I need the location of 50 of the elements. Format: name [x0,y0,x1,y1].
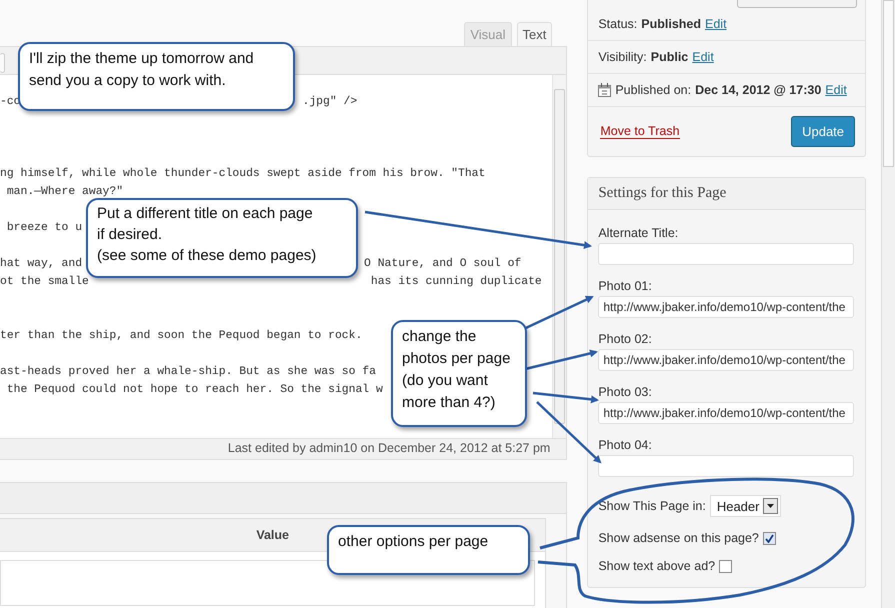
field-label: Show text above ad? [598,559,716,573]
text-field[interactable]: http://www.jbaker.info/demo10/wp-content/the [598,349,854,371]
field-label: Photo 03: [598,385,653,399]
callout-note: I'll zip the theme up tomorrow and send you a copy to work with. [18,42,295,111]
field-label: Photo 04: [598,438,653,452]
field-label: Visibility: [598,50,647,64]
field-label: Published on: [615,83,692,97]
update-button[interactable]: Update [791,116,856,147]
code-text: the Pequod could not hope to reach her. So the signal w [6,382,383,398]
callout-note: other options per page [327,525,530,575]
calendar-icon [598,83,612,97]
toolbar-button[interactable] [0,53,5,73]
text-field[interactable]: http://www.jbaker.info/demo10/wp-content/the [598,296,854,318]
code-text: ast-heads proved her a whale-ship. But as she was so fa [0,364,376,380]
edit-link[interactable]: Edit [692,50,714,64]
trash-link[interactable]: Move to Trash [600,124,680,139]
code-text: breeze to u [6,220,82,236]
text-field[interactable] [598,243,854,265]
checkbox[interactable] [719,560,732,572]
checkbox[interactable] [762,532,776,544]
column-header: Value [256,528,289,542]
field-value: Public [650,50,688,64]
code-text: .jpg" /> [302,94,358,110]
field-label: Alternate Title: [598,226,680,240]
dropdown[interactable]: Header [710,495,782,517]
code-text: hat way, and [0,256,82,272]
field-label: Show This Page in: [598,499,706,513]
field-label: Photo 01: [598,279,653,293]
field-value: Published [641,17,701,31]
field-label: Status: [598,17,638,31]
preview-button[interactable] [737,0,858,8]
field-label: Photo 02: [598,332,653,346]
field-label: Show adsense on this page? [598,531,759,545]
callout-note: change the photos per page (do you want more than 4?) [391,320,527,427]
text-field[interactable]: http://www.jbaker.info/demo10/wp-content/the [598,402,854,424]
text-field[interactable] [598,455,854,477]
edit-link[interactable]: Edit [825,83,847,97]
caret-icon [763,498,778,514]
code-text: ter than the ship, and soon the Pequod began to rock. [0,328,362,344]
code-text: man.—Where away?" [6,184,124,200]
code-text: O Nature, and O soul of [364,256,522,272]
panel-title: Settings for this Page [588,178,866,210]
callout-note: Put a different title on each page if desired. (see some of these demo pages) [86,198,358,278]
editor-tab[interactable]: Text [516,22,552,46]
code-text: ot the smalle [0,274,89,290]
field-value: Dec 14, 2012 @ 17:30 [695,83,822,97]
edit-link[interactable]: Edit [705,17,727,31]
code-text: has its cunning duplicate [370,274,542,290]
code-text: ng himself, while whole thunder-clouds swept aside from his brow. "That [0,166,486,182]
last-edited-text: Last edited by admin10 on December 24, 2012 at 5:27 pm [0,438,566,459]
